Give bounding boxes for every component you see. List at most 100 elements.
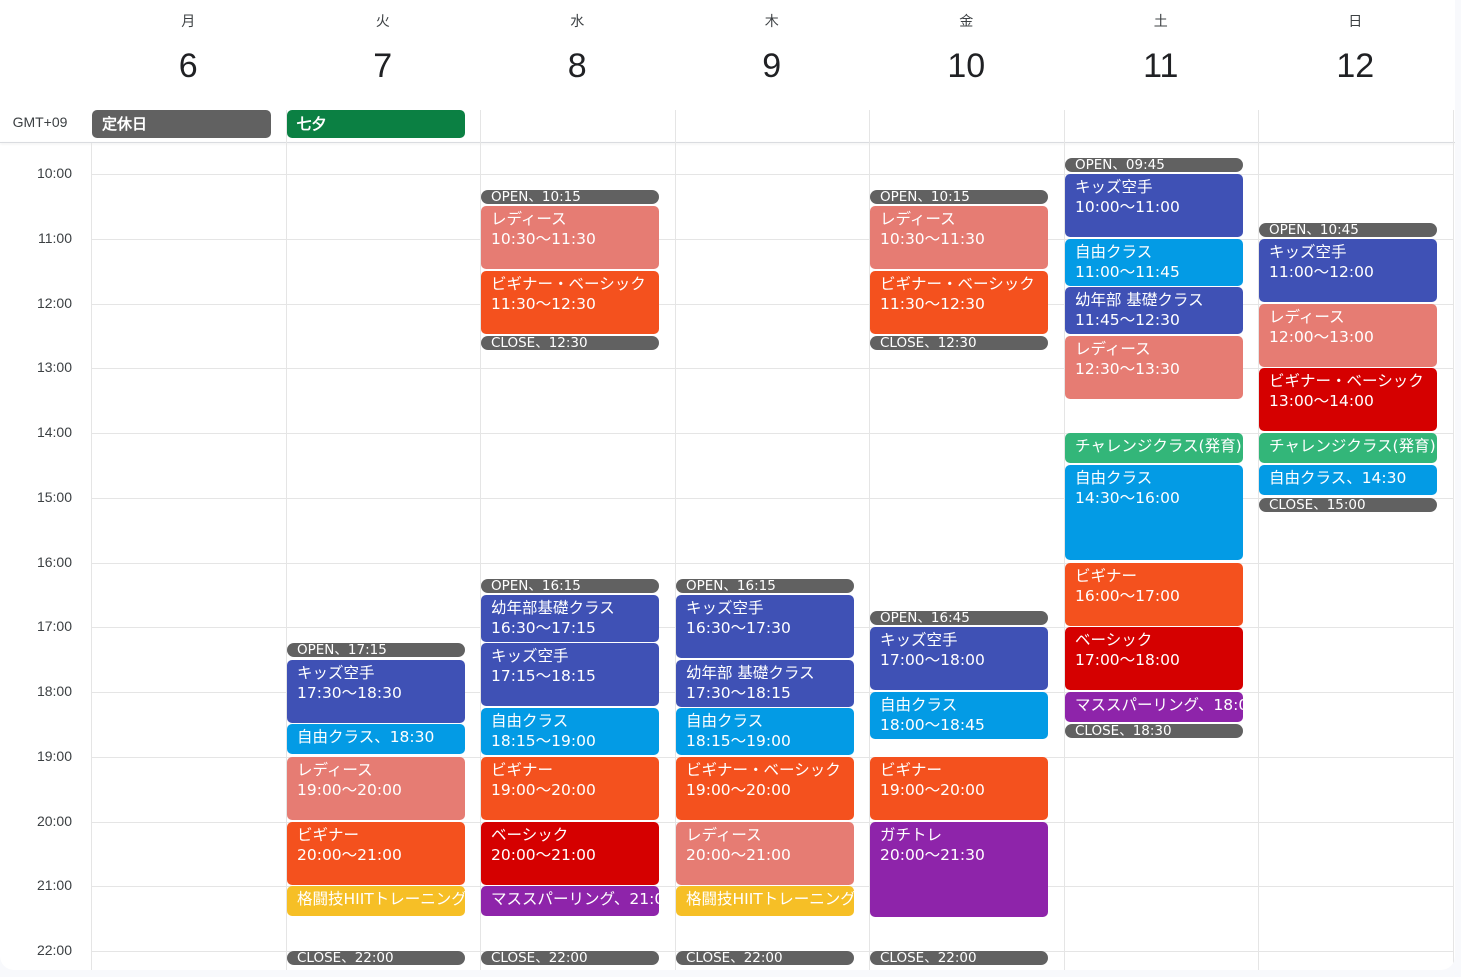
event-title: OPEN、17:15 — [297, 643, 387, 657]
event-title: CLOSE、22:00 — [491, 951, 588, 965]
event-time: 17:15〜18:15 — [491, 667, 596, 685]
event-title: ビギナー — [297, 826, 360, 844]
event-chip[interactable]: マススパーリング、21:00 — [481, 886, 659, 916]
allday-event[interactable]: 七夕 — [286, 110, 465, 138]
day-header-1[interactable]: 火7 — [286, 0, 481, 100]
event-chip[interactable]: キッズ空手 11:00〜12:00 — [1259, 239, 1437, 302]
event-chip[interactable]: ビギナー・ベーシック 13:00〜14:00 — [1259, 368, 1437, 431]
event-chip[interactable]: ビギナー 20:00〜21:00 — [287, 822, 465, 885]
open-close-marker[interactable]: OPEN、17:15 — [287, 643, 465, 657]
hour-gridline — [91, 433, 1453, 434]
event-chip[interactable]: ベーシック 20:00〜21:00 — [481, 822, 659, 885]
open-close-marker[interactable]: CLOSE、22:00 — [870, 951, 1048, 965]
event-chip[interactable]: ビギナー 19:00〜20:00 — [481, 757, 659, 820]
event-title: ビギナー・ベーシック — [880, 275, 1035, 293]
open-close-marker[interactable]: CLOSE、22:00 — [481, 951, 659, 965]
event-title: レディース — [880, 210, 956, 228]
event-chip[interactable]: ベーシック 17:00〜18:00 — [1065, 627, 1243, 690]
event-title: 格闘技HIITトレーニング — [297, 890, 465, 908]
day-number[interactable]: 11 — [1064, 46, 1259, 86]
open-close-marker[interactable]: CLOSE、22:00 — [287, 951, 465, 965]
open-close-marker[interactable]: OPEN、10:45 — [1259, 223, 1437, 237]
event-chip[interactable]: 自由クラス 14:30〜16:00 — [1065, 465, 1243, 560]
open-close-marker[interactable]: OPEN、10:15 — [481, 190, 659, 204]
event-chip[interactable]: 自由クラス 18:00〜18:45 — [870, 692, 1048, 739]
event-chip[interactable]: チャレンジクラス(発育) — [1065, 433, 1243, 463]
day-header-6[interactable]: 日 12 — [1258, 0, 1453, 100]
event-time: 20:00〜21:30 — [880, 846, 985, 864]
event-chip[interactable]: ビギナー・ベーシック 11:30〜12:30 — [870, 271, 1048, 334]
day-number[interactable]: 12 — [1258, 46, 1453, 86]
event-title: CLOSE、22:00 — [880, 951, 977, 965]
day-number[interactable]: 9 — [675, 46, 870, 86]
day-column-divider — [91, 143, 92, 970]
event-chip[interactable]: キッズ空手 17:15〜18:15 — [481, 643, 659, 706]
event-chip[interactable]: 自由クラス、14:30 — [1259, 465, 1437, 495]
event-chip[interactable]: ビギナー・ベーシック 19:00〜20:00 — [676, 757, 854, 820]
event-chip[interactable]: レディース 12:30〜13:30 — [1065, 336, 1243, 399]
event-chip[interactable]: キッズ空手 17:30〜18:30 — [287, 660, 465, 723]
day-header-0[interactable]: 月6 — [91, 0, 286, 100]
event-chip[interactable]: 自由クラス 18:15〜19:00 — [676, 708, 854, 755]
event-chip[interactable]: レディース 10:30〜11:30 — [481, 206, 659, 269]
hour-label: 20:00 — [36, 813, 72, 829]
event-chip[interactable]: 幼年部基礎クラス 16:30〜17:15 — [481, 595, 659, 642]
open-close-marker[interactable]: CLOSE、15:00 — [1259, 498, 1437, 512]
open-close-marker[interactable]: OPEN、09:45 — [1065, 158, 1243, 172]
day-header-4[interactable]: 金 10 — [869, 0, 1064, 100]
day-header-2[interactable]: 水8 — [480, 0, 675, 100]
event-title: レディース — [491, 210, 567, 228]
event-chip[interactable]: ビギナー 19:00〜20:00 — [870, 757, 1048, 820]
day-number[interactable]: 8 — [480, 46, 675, 86]
event-time: 10:30〜11:30 — [880, 230, 985, 248]
event-time: 11:30〜12:30 — [880, 295, 985, 313]
event-chip[interactable]: キッズ空手 16:30〜17:30 — [676, 595, 854, 658]
day-number[interactable]: 7 — [286, 46, 481, 86]
event-chip[interactable]: 格闘技HIITトレーニング — [287, 886, 465, 916]
event-chip[interactable]: レディース 12:00〜13:00 — [1259, 304, 1437, 367]
event-chip[interactable]: ガチトレ 20:00〜21:30 — [870, 822, 1048, 917]
event-chip[interactable]: 自由クラス 18:15〜19:00 — [481, 708, 659, 755]
hour-gridline — [91, 498, 1453, 499]
event-chip[interactable]: 幼年部 基礎クラス 17:30〜18:15 — [676, 660, 854, 707]
event-chip[interactable]: マススパーリング、18:00 — [1065, 692, 1243, 722]
event-chip[interactable]: 自由クラス 11:00〜11:45 — [1065, 239, 1243, 286]
open-close-marker[interactable]: OPEN、16:15 — [676, 579, 854, 593]
event-title: レディース — [297, 761, 373, 779]
event-chip[interactable]: レディース 20:00〜21:00 — [676, 822, 854, 885]
event-chip[interactable]: 幼年部 基礎クラス 11:45〜12:30 — [1065, 287, 1243, 334]
event-time: 10:30〜11:30 — [491, 230, 596, 248]
open-close-marker[interactable]: OPEN、16:45 — [870, 611, 1048, 625]
event-title: レディース — [1269, 308, 1345, 326]
open-close-marker[interactable]: CLOSE、12:30 — [481, 336, 659, 350]
event-chip[interactable]: キッズ空手 10:00〜11:00 — [1065, 174, 1243, 237]
event-time: 20:00〜21:00 — [297, 846, 402, 864]
event-chip[interactable]: チャレンジクラス(発育) — [1259, 433, 1437, 463]
event-chip[interactable]: ビギナー・ベーシック 11:30〜12:30 — [481, 271, 659, 334]
event-title: 格闘技HIITトレーニング — [686, 890, 854, 908]
event-chip[interactable]: レディース 19:00〜20:00 — [287, 757, 465, 820]
open-close-marker[interactable]: CLOSE、12:30 — [870, 336, 1048, 350]
event-time: 16:30〜17:30 — [686, 619, 791, 637]
allday-event[interactable]: 定休日 — [92, 110, 271, 138]
event-time: 11:00〜11:45 — [1075, 263, 1180, 281]
day-name: 火 — [375, 14, 390, 30]
event-title: ビギナー — [880, 761, 943, 779]
event-chip[interactable]: レディース 10:30〜11:30 — [870, 206, 1048, 269]
open-close-marker[interactable]: OPEN、16:15 — [481, 579, 659, 593]
day-number[interactable]: 6 — [91, 46, 286, 86]
day-header-3[interactable]: 木9 — [675, 0, 870, 100]
open-close-marker[interactable]: CLOSE、22:00 — [676, 951, 854, 965]
event-title: 自由クラス — [1075, 243, 1153, 261]
event-chip[interactable]: 格闘技HIITトレーニング — [676, 886, 854, 916]
hour-label: 22:00 — [36, 942, 72, 958]
hour-gridline — [91, 368, 1453, 369]
hour-label: 21:00 — [36, 877, 72, 893]
event-chip[interactable]: キッズ空手 17:00〜18:00 — [870, 627, 1048, 690]
open-close-marker[interactable]: OPEN、10:15 — [870, 190, 1048, 204]
event-chip[interactable]: 自由クラス、18:30 — [287, 724, 465, 754]
day-number[interactable]: 10 — [869, 46, 1064, 86]
day-header-5[interactable]: 土 11 — [1064, 0, 1259, 100]
event-chip[interactable]: ビギナー 16:00〜17:00 — [1065, 563, 1243, 626]
open-close-marker[interactable]: CLOSE、18:30 — [1065, 724, 1243, 738]
